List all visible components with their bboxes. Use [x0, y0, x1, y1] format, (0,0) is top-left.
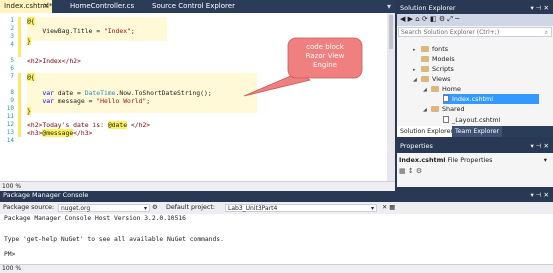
annotation-callout: code block Razor View Engine: [287, 37, 363, 87]
package-manager-title: Package Manager Console ▾ ⊣ ✕: [3, 190, 549, 201]
file-icon: [443, 95, 449, 102]
folder-icon: [421, 66, 429, 72]
solution-explorer: ◀ ▶ ⌂ ⟳ ◧ ⚙ ⤢ ─ Search Solution Explorer…: [397, 14, 553, 137]
tree-item-views[interactable]: ◢ Views: [413, 74, 451, 84]
console-prompt[interactable]: PM>: [4, 251, 15, 258]
console-output-line: Package Manager Console Host Version 3.2…: [4, 215, 186, 222]
tab-team-explorer[interactable]: Team Explorer: [452, 126, 503, 137]
console-output-line: Type 'get-help NuGet' to see all availab…: [4, 236, 224, 243]
pin-icon[interactable]: ▾ ⊣ ✕: [530, 141, 549, 152]
callout-line: code block: [306, 43, 344, 51]
search-icon[interactable]: ⌕: [545, 28, 548, 37]
tree-item-index-cshtml[interactable]: Index.cshtml: [443, 94, 539, 104]
tree-item-fonts[interactable]: ▸ fonts: [413, 44, 448, 54]
tree-item-layout-cshtml[interactable]: _Layout.cshtml: [443, 115, 500, 125]
folder-icon: [431, 106, 439, 112]
folder-icon: [431, 86, 439, 92]
navigation-icons[interactable]: ◀ ▶ ⌂ ⟳ ◧ ⚙ ⤢ ─: [400, 15, 459, 24]
solution-explorer-title: Solution Explorer ▾ ⊣ ✕: [400, 3, 549, 14]
tree-item-scripts[interactable]: ▸ Scripts: [413, 64, 454, 74]
tree-item-models[interactable]: Models: [413, 54, 455, 64]
package-manager-toolbar: Package source: nuget.org ▾ ⚙ Default pr…: [0, 202, 553, 214]
callout-line: Razor View: [305, 52, 345, 60]
callout-text: code block Razor View Engine: [287, 43, 363, 70]
tree-item-home[interactable]: ◢ Home: [423, 84, 461, 94]
default-project-select[interactable]: Lab3_Unit3Part4 ▾: [225, 204, 377, 212]
package-source-label: Package source:: [3, 204, 55, 211]
clear-console-icon[interactable]: ✕ ▦: [382, 202, 395, 214]
chevron-down-icon: ▾: [143, 205, 147, 212]
callout-line: Engine: [313, 61, 337, 69]
chevron-down-icon: ▾: [543, 156, 547, 164]
properties-object-selector[interactable]: Index.cshtml File Properties ▾: [399, 155, 549, 165]
pin-icon[interactable]: ▾ ⊣ ✕: [530, 190, 549, 201]
solution-explorer-tabs: Solution Explorer Team Explorer: [397, 126, 553, 137]
properties-title: Properties ▾ ⊣ ✕: [400, 141, 549, 152]
tab-solution-explorer[interactable]: Solution Explorer: [397, 126, 456, 137]
chevron-down-icon: ▾: [370, 205, 374, 212]
properties-toolbar-icons[interactable]: ▦ ↕ ⚙: [399, 167, 422, 175]
package-source-select[interactable]: nuget.org ▾: [58, 204, 150, 212]
default-project-label: Default project:: [166, 204, 215, 211]
file-icon: [443, 116, 449, 123]
folder-icon: [421, 76, 429, 82]
settings-gear-icon[interactable]: ⚙: [152, 202, 158, 214]
solution-explorer-toolbar: ◀ ▶ ⌂ ⟳ ◧ ⚙ ⤢ ─: [397, 14, 553, 26]
folder-icon: [421, 46, 429, 52]
console-status-strip: 100 %: [0, 264, 553, 273]
tree-item-shared[interactable]: ◢ Shared: [423, 104, 465, 114]
solution-search-input[interactable]: Search Solution Explorer (Ctrl+;) ⌕: [398, 27, 552, 37]
folder-icon: [421, 56, 429, 62]
package-manager-console[interactable]: Package source: nuget.org ▾ ⚙ Default pr…: [0, 202, 553, 273]
properties-panel: Index.cshtml File Properties ▾ ▦ ↕ ⚙: [397, 153, 553, 187]
pin-icon[interactable]: ▾ ⊣ ✕: [530, 3, 549, 14]
console-zoom-level[interactable]: 100 %: [2, 265, 21, 273]
